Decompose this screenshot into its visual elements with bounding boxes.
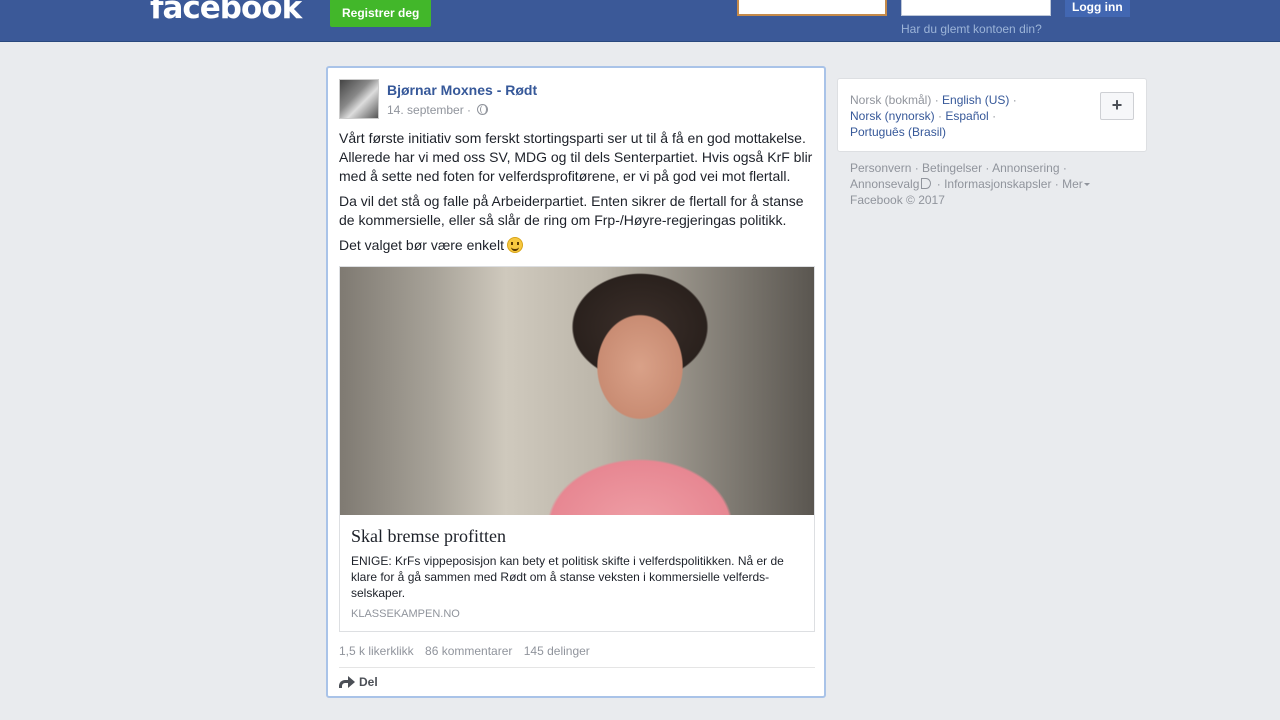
post-paragraph-last: Det valget bør være enkelt bbox=[339, 236, 817, 255]
post-meta: 14. september · bbox=[387, 103, 489, 117]
link-preview-image[interactable] bbox=[340, 267, 814, 515]
top-navigation-bar: facebook Registrer deg Logg inn Har du g… bbox=[0, 0, 1280, 42]
post-body: Vårt første initiativ som ferskt stortin… bbox=[339, 129, 817, 261]
add-language-button[interactable]: + bbox=[1100, 92, 1134, 120]
post-paragraph: Vårt første initiativ som ferskt stortin… bbox=[339, 130, 813, 184]
post-card: Bjørnar Moxnes - Rødt 14. september · Vå… bbox=[326, 66, 826, 698]
language-link-espanol[interactable]: Español bbox=[945, 109, 988, 123]
globe-icon bbox=[477, 104, 489, 115]
language-link-portugues[interactable]: Português (Brasil) bbox=[850, 125, 946, 139]
link-title[interactable]: Skal bremse profitten bbox=[351, 526, 506, 547]
footer-link-terms[interactable]: Betingelser bbox=[922, 161, 982, 175]
link-domain: KLASSEKAMPEN.NO bbox=[351, 608, 460, 620]
link-description: ENIGE: KrFs vippeposisjon kan bety et po… bbox=[351, 554, 784, 600]
share-label: Del bbox=[359, 675, 378, 689]
login-button[interactable]: Logg inn bbox=[1065, 0, 1130, 17]
link-preview-card[interactable]: Skal bremse profitten ENIGE: KrFs vippep… bbox=[339, 266, 815, 632]
smiley-emoji-icon bbox=[506, 237, 523, 253]
language-link-nynorsk[interactable]: Norsk (nynorsk) bbox=[850, 109, 935, 123]
footer-links: Personvern · Betingelser · Annonsering ·… bbox=[850, 160, 1140, 208]
footer-link-advertising[interactable]: Annonsering bbox=[992, 161, 1059, 175]
post-paragraph-text: Det valget bør være enkelt bbox=[339, 237, 504, 253]
divider bbox=[339, 667, 815, 668]
footer-link-more[interactable]: Mer bbox=[1062, 177, 1083, 191]
language-selector-box: Norsk (bokmål) · English (US) · Norsk (n… bbox=[837, 78, 1147, 152]
post-stats: 1,5 k likerklikk 86 kommentarer 145 deli… bbox=[339, 644, 598, 658]
likes-count[interactable]: 1,5 k likerklikk bbox=[339, 644, 414, 658]
author-avatar[interactable] bbox=[339, 79, 379, 119]
forgot-account-link[interactable]: Har du glemt kontoen din? bbox=[901, 22, 1042, 36]
post-paragraph: Da vil det stå og falle på Arbeiderparti… bbox=[339, 193, 804, 228]
password-field[interactable] bbox=[901, 0, 1051, 16]
facebook-logo[interactable]: facebook bbox=[150, 0, 302, 26]
share-button[interactable]: Del bbox=[339, 675, 378, 689]
caret-down-icon bbox=[1083, 183, 1090, 186]
language-link-english[interactable]: English (US) bbox=[942, 93, 1009, 107]
footer-link-adchoices[interactable]: Annonsevalg bbox=[850, 177, 919, 191]
register-button[interactable]: Registrer deg bbox=[330, 0, 432, 27]
post-date[interactable]: 14. september · bbox=[387, 103, 471, 117]
email-field[interactable] bbox=[737, 0, 887, 16]
post-author[interactable]: Bjørnar Moxnes - Rødt bbox=[387, 82, 537, 98]
comments-count[interactable]: 86 kommentarer bbox=[425, 644, 512, 658]
language-list: Norsk (bokmål) · English (US) · Norsk (n… bbox=[850, 93, 1017, 139]
footer-link-cookies[interactable]: Informasjonskapsler bbox=[944, 177, 1051, 191]
share-arrow-icon bbox=[339, 675, 355, 688]
copyright: Facebook © 2017 bbox=[850, 193, 945, 207]
shares-count[interactable]: 145 delinger bbox=[524, 644, 590, 658]
adchoices-icon bbox=[921, 178, 932, 189]
footer-link-privacy[interactable]: Personvern bbox=[850, 161, 911, 175]
current-language: Norsk (bokmål) bbox=[850, 93, 932, 107]
